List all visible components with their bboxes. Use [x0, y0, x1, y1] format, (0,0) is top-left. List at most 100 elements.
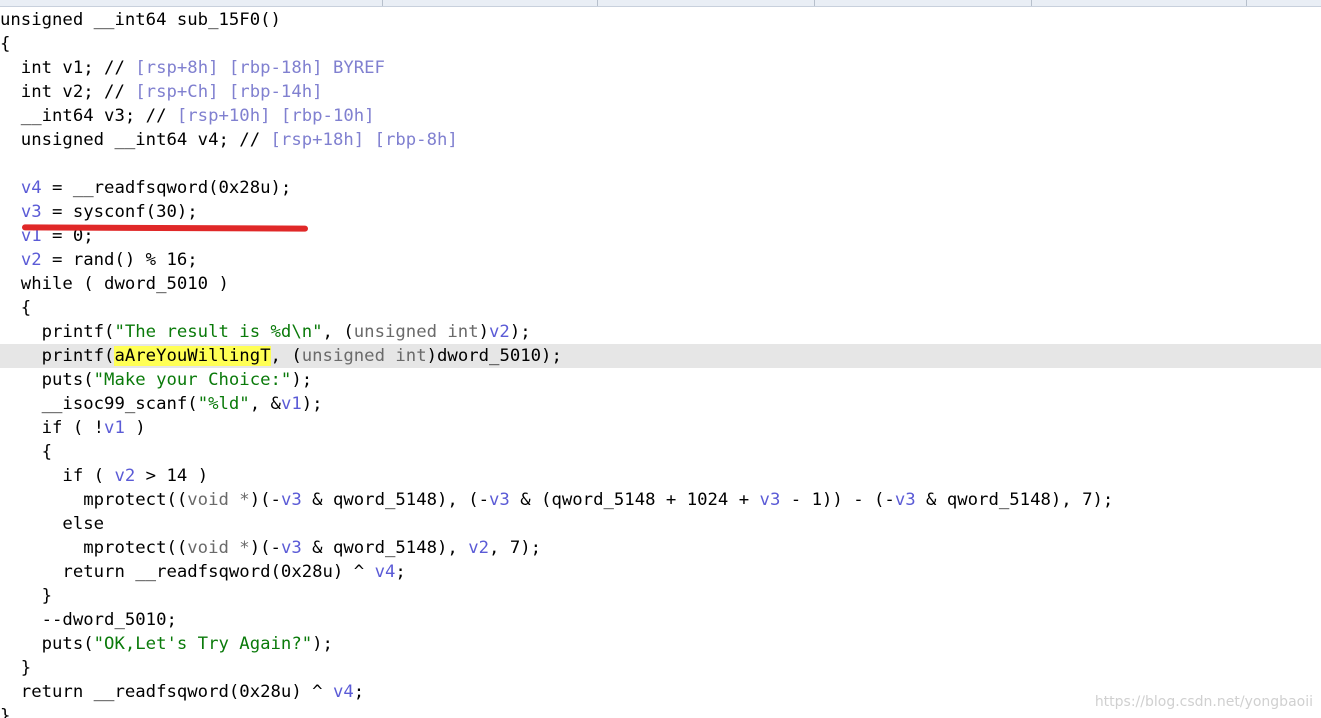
- type-token: unsigned int: [301, 346, 427, 366]
- editor-tab[interactable]: [815, 0, 1032, 6]
- code-token: )dword_5010);: [426, 346, 562, 366]
- code-token: return __readfsqword(0x28u) ^: [0, 562, 375, 582]
- code-token: if ( !: [0, 418, 105, 438]
- code-token: {: [0, 34, 11, 54]
- code-line[interactable]: mprotect((void *)(-v3 & qword_5148), (-v…: [0, 488, 1321, 512]
- code-token: , &: [249, 394, 281, 414]
- code-token: {: [0, 442, 53, 462]
- editor-tab[interactable]: [598, 0, 815, 6]
- code-token: }: [0, 706, 11, 718]
- variable-token: v4: [20, 178, 42, 198]
- code-token: ): [124, 418, 146, 438]
- code-token: , 7);: [489, 538, 542, 558]
- code-line[interactable]: if ( v2 > 14 ): [0, 464, 1321, 488]
- code-token: }: [0, 658, 32, 678]
- code-token: while ( dword_5010 ): [0, 274, 229, 294]
- code-token: }: [0, 586, 53, 606]
- code-token: & qword_5148), 7);: [915, 490, 1114, 510]
- code-token: = rand() % 16;: [41, 250, 198, 270]
- string-literal: "OK,Let's Try Again?": [93, 634, 313, 654]
- comment-token: [rsp+18h] [rbp-8h]: [270, 130, 458, 150]
- type-token: void *: [187, 490, 250, 510]
- code-token: printf(: [0, 346, 115, 366]
- code-token: );: [509, 322, 531, 342]
- code-line[interactable]: {: [0, 32, 1321, 56]
- code-token: ;: [353, 682, 365, 702]
- code-line-current[interactable]: printf(aAreYouWillingT, (unsigned int)dw…: [0, 344, 1321, 368]
- code-token: );: [301, 394, 323, 414]
- code-line[interactable]: v2 = rand() % 16;: [0, 248, 1321, 272]
- code-token: = sysconf(30);: [41, 202, 198, 222]
- code-line[interactable]: v3 = sysconf(30);: [0, 200, 1321, 224]
- code-line[interactable]: v4 = __readfsqword(0x28u);: [0, 176, 1321, 200]
- variable-token: v3: [280, 490, 302, 510]
- code-line[interactable]: puts("Make your Choice:");: [0, 368, 1321, 392]
- code-token: int v1; //: [0, 58, 136, 78]
- code-line[interactable]: puts("OK,Let's Try Again?");: [0, 632, 1321, 656]
- code-line[interactable]: int v2; // [rsp+Ch] [rbp-14h]: [0, 80, 1321, 104]
- editor-tab-strip: [0, 0, 1321, 7]
- code-token: puts(: [0, 634, 94, 654]
- code-line[interactable]: __int64 v3; // [rsp+10h] [rbp-10h]: [0, 104, 1321, 128]
- variable-token: v1: [104, 418, 125, 438]
- code-line[interactable]: printf("The result is %d\n", (unsigned i…: [0, 320, 1321, 344]
- code-token: , (: [322, 322, 354, 342]
- code-token: --dword_5010;: [0, 610, 177, 630]
- code-line[interactable]: {: [0, 296, 1321, 320]
- type-token: unsigned int: [353, 322, 479, 342]
- variable-token: v3: [20, 202, 42, 222]
- code-line[interactable]: int v1; // [rsp+8h] [rbp-18h] BYREF: [0, 56, 1321, 80]
- variable-token: v3: [489, 490, 510, 510]
- code-token: int v2; //: [0, 82, 136, 102]
- code-line[interactable]: unsigned __int64 v4; // [rsp+18h] [rbp-8…: [0, 128, 1321, 152]
- code-line[interactable]: unsigned __int64 sub_15F0(): [0, 8, 1321, 32]
- variable-token: v3: [894, 490, 916, 510]
- code-line[interactable]: while ( dword_5010 ): [0, 272, 1321, 296]
- highlighted-identifier: aAreYouWillingT: [114, 346, 271, 366]
- code-line[interactable]: }: [0, 656, 1321, 680]
- editor-tab[interactable]: [1032, 0, 1247, 6]
- code-token: ): [478, 322, 490, 342]
- code-line[interactable]: __isoc99_scanf("%ld", &v1);: [0, 392, 1321, 416]
- code-token: else: [0, 514, 105, 534]
- code-token: )(-: [249, 538, 281, 558]
- code-token: )(-: [249, 490, 281, 510]
- editor-tab[interactable]: [383, 0, 598, 6]
- variable-token: v3: [759, 490, 781, 510]
- variable-token: v2: [468, 538, 490, 558]
- code-line[interactable]: else: [0, 512, 1321, 536]
- code-line[interactable]: {: [0, 440, 1321, 464]
- code-token: , (: [270, 346, 302, 366]
- string-literal: "%ld": [197, 394, 250, 414]
- code-line[interactable]: }: [0, 584, 1321, 608]
- string-literal: "The result is %d\n": [114, 322, 323, 342]
- code-token: );: [291, 370, 313, 390]
- code-line[interactable]: if ( !v1 ): [0, 416, 1321, 440]
- type-token: void *: [187, 538, 250, 558]
- code-token: mprotect((: [0, 538, 188, 558]
- code-token: ;: [395, 562, 406, 582]
- code-line[interactable]: --dword_5010;: [0, 608, 1321, 632]
- code-token: printf(: [0, 322, 115, 342]
- code-token: > 14 ): [135, 466, 209, 486]
- variable-token: v3: [280, 538, 302, 558]
- code-token: unsigned __int64 sub_15F0(): [0, 10, 281, 30]
- code-line[interactable]: mprotect((void *)(-v3 & qword_5148), v2,…: [0, 536, 1321, 560]
- code-token: unsigned __int64 v4; //: [0, 130, 271, 150]
- code-line[interactable]: return __readfsqword(0x28u) ^ v4;: [0, 560, 1321, 584]
- comment-token: [rsp+8h] [rbp-18h] BYREF: [135, 58, 385, 78]
- code-token: & (qword_5148 + 1024 +: [509, 490, 760, 510]
- code-token: __isoc99_scanf(: [0, 394, 198, 414]
- annotation-underline: [21, 224, 309, 232]
- code-token: puts(: [0, 370, 94, 390]
- code-token: __int64 v3; //: [0, 106, 177, 126]
- code-line[interactable]: [0, 152, 1321, 176]
- editor-tab[interactable]: [0, 0, 383, 6]
- comment-token: [rsp+10h] [rbp-10h]: [176, 106, 375, 126]
- code-token: mprotect((: [0, 490, 188, 510]
- code-token: if (: [0, 466, 115, 486]
